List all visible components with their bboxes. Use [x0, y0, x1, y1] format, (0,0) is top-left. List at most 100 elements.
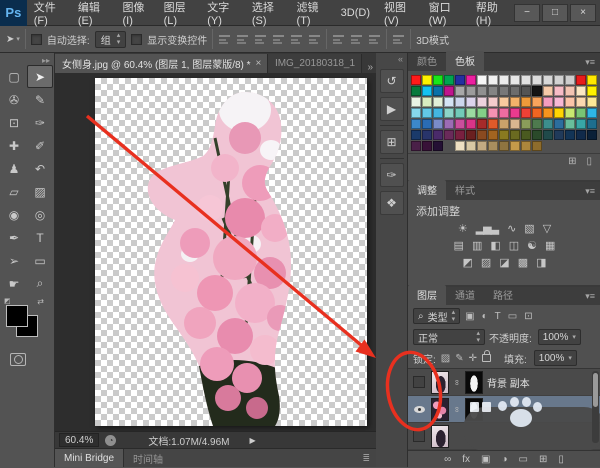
eyedropper-tool[interactable]: ✑ — [27, 111, 53, 134]
menu-item-filter[interactable]: 滤镜(T) — [290, 0, 334, 27]
eye-hidden-checkbox[interactable] — [413, 376, 425, 388]
color-swatch[interactable] — [488, 108, 498, 118]
new-layer-icon[interactable]: ⊞ — [539, 454, 547, 465]
tab-channels[interactable]: 通道 — [446, 285, 484, 305]
color-swatch[interactable] — [565, 86, 575, 96]
color-swatch[interactable] — [477, 119, 487, 129]
align-center-h-button[interactable] — [236, 33, 250, 45]
color-swatch[interactable] — [554, 97, 564, 107]
distribute-bottom-button[interactable] — [368, 33, 382, 45]
panel-menu-icon[interactable]: ▾≡ — [580, 291, 600, 305]
color-swatch[interactable] — [444, 97, 454, 107]
actions-panel-icon[interactable]: ▶ — [379, 97, 404, 121]
color-swatch[interactable] — [576, 130, 586, 140]
color-swatch[interactable] — [455, 86, 465, 96]
brush-tool[interactable]: ✐ — [27, 134, 53, 157]
eye-icon[interactable] — [413, 405, 425, 413]
color-swatch[interactable] — [455, 141, 465, 151]
move-tool[interactable]: ➤ — [27, 65, 53, 88]
crop-tool[interactable]: ⊡ — [1, 111, 27, 134]
color-swatch[interactable] — [543, 119, 553, 129]
color-swatch[interactable] — [455, 108, 465, 118]
auto-select-dropdown[interactable]: 组 ▴ ▾ — [94, 30, 127, 48]
lock-position-icon[interactable]: ✛ — [469, 353, 477, 364]
document-canvas[interactable] — [95, 78, 367, 426]
marquee-tool[interactable]: ▢ — [1, 65, 27, 88]
color-swatch[interactable] — [565, 119, 575, 129]
color-swatch[interactable] — [433, 108, 443, 118]
color-swatch[interactable] — [565, 75, 575, 85]
color-swatch[interactable] — [411, 141, 421, 151]
tab-mini-bridge[interactable]: Mini Bridge — [55, 449, 125, 467]
document-tab-active[interactable]: 女侧身.jpg @ 60.4% (图层 1, 图层蒙版/8) * × — [55, 54, 268, 73]
fill-dropdown[interactable]: 100% ▾ — [533, 350, 577, 366]
color-swatch[interactable] — [510, 130, 520, 140]
threshold-icon[interactable]: ◪ — [499, 256, 509, 269]
color-swatch[interactable] — [433, 119, 443, 129]
visibility-toggle[interactable] — [411, 430, 427, 442]
trash-icon[interactable]: ▯ — [586, 156, 592, 167]
color-swatch[interactable] — [444, 119, 454, 129]
color-swatch[interactable] — [422, 86, 432, 96]
color-swatch[interactable] — [499, 119, 509, 129]
blur-tool[interactable]: ◉ — [1, 203, 27, 226]
delete-layer-icon[interactable]: ▯ — [558, 454, 564, 465]
status-menu-arrow-icon[interactable]: ▶ — [250, 436, 256, 445]
color-swatch[interactable] — [411, 75, 421, 85]
color-swatch[interactable] — [411, 97, 421, 107]
menu-item-file[interactable]: 文件(F) — [27, 0, 71, 27]
color-swatch[interactable] — [521, 130, 531, 140]
filter-smart-icon[interactable]: ⊡ — [524, 311, 532, 322]
zoom-level-field[interactable]: 60.4% — [59, 433, 100, 447]
swap-colors-icon[interactable]: ⇄ — [37, 297, 44, 306]
visibility-toggle[interactable] — [411, 376, 427, 388]
eraser-tool[interactable]: ▱ — [1, 180, 27, 203]
lock-transparent-icon[interactable]: ▨ — [441, 353, 450, 364]
color-swatch[interactable] — [455, 130, 465, 140]
filter-shape-icon[interactable]: ▭ — [508, 311, 517, 322]
color-swatch[interactable] — [422, 141, 432, 151]
color-swatch[interactable] — [422, 97, 432, 107]
color-swatch[interactable] — [543, 86, 553, 96]
color-swatch[interactable] — [532, 141, 542, 151]
tab-timeline[interactable]: 时间轴 — [124, 449, 172, 467]
photo-filter-icon[interactable]: ◫ — [509, 239, 519, 252]
path-select-tool[interactable]: ➢ — [1, 249, 27, 272]
color-swatch[interactable] — [510, 75, 520, 85]
color-swatch[interactable] — [532, 108, 542, 118]
history-panel-icon[interactable]: ↺ — [379, 69, 404, 93]
color-swatch[interactable] — [466, 75, 476, 85]
color-swatch[interactable] — [521, 97, 531, 107]
tab-overflow-icon[interactable]: » — [364, 62, 376, 73]
distribute-top-button[interactable] — [332, 33, 346, 45]
document-tab-inactive[interactable]: IMG_20180318_1 — [267, 54, 363, 73]
zoom-tool[interactable]: ⌕ — [27, 272, 53, 295]
layer-mask-thumbnail[interactable] — [465, 370, 483, 394]
color-swatch[interactable] — [411, 130, 421, 140]
healing-brush-tool[interactable]: ✚ — [1, 134, 27, 157]
tab-styles[interactable]: 样式 — [446, 180, 484, 200]
new-group-icon[interactable]: ▭ — [519, 454, 528, 465]
quick-mask-button[interactable] — [10, 353, 26, 366]
color-swatch[interactable] — [433, 86, 443, 96]
color-swatch[interactable] — [477, 108, 487, 118]
minimize-button[interactable]: − — [514, 3, 540, 22]
color-swatch[interactable] — [532, 75, 542, 85]
color-swatch[interactable] — [488, 86, 498, 96]
color-swatch[interactable] — [433, 130, 443, 140]
black-white-icon[interactable]: ◧ — [490, 239, 500, 252]
color-swatch[interactable] — [576, 86, 586, 96]
color-swatch[interactable] — [477, 97, 487, 107]
color-swatch[interactable] — [466, 86, 476, 96]
tab-adjustments[interactable]: 调整 — [408, 180, 446, 201]
color-swatch[interactable] — [576, 108, 586, 118]
color-swatch[interactable] — [554, 130, 564, 140]
channel-mixer-icon[interactable]: ☯ — [527, 239, 537, 252]
color-swatch[interactable] — [532, 119, 542, 129]
type-tool[interactable]: T — [27, 226, 53, 249]
color-swatch[interactable] — [521, 75, 531, 85]
color-swatch[interactable] — [488, 75, 498, 85]
clone-stamp-tool[interactable]: ♟ — [1, 157, 27, 180]
color-swatch[interactable] — [422, 75, 432, 85]
layer-thumbnail[interactable] — [431, 424, 449, 448]
